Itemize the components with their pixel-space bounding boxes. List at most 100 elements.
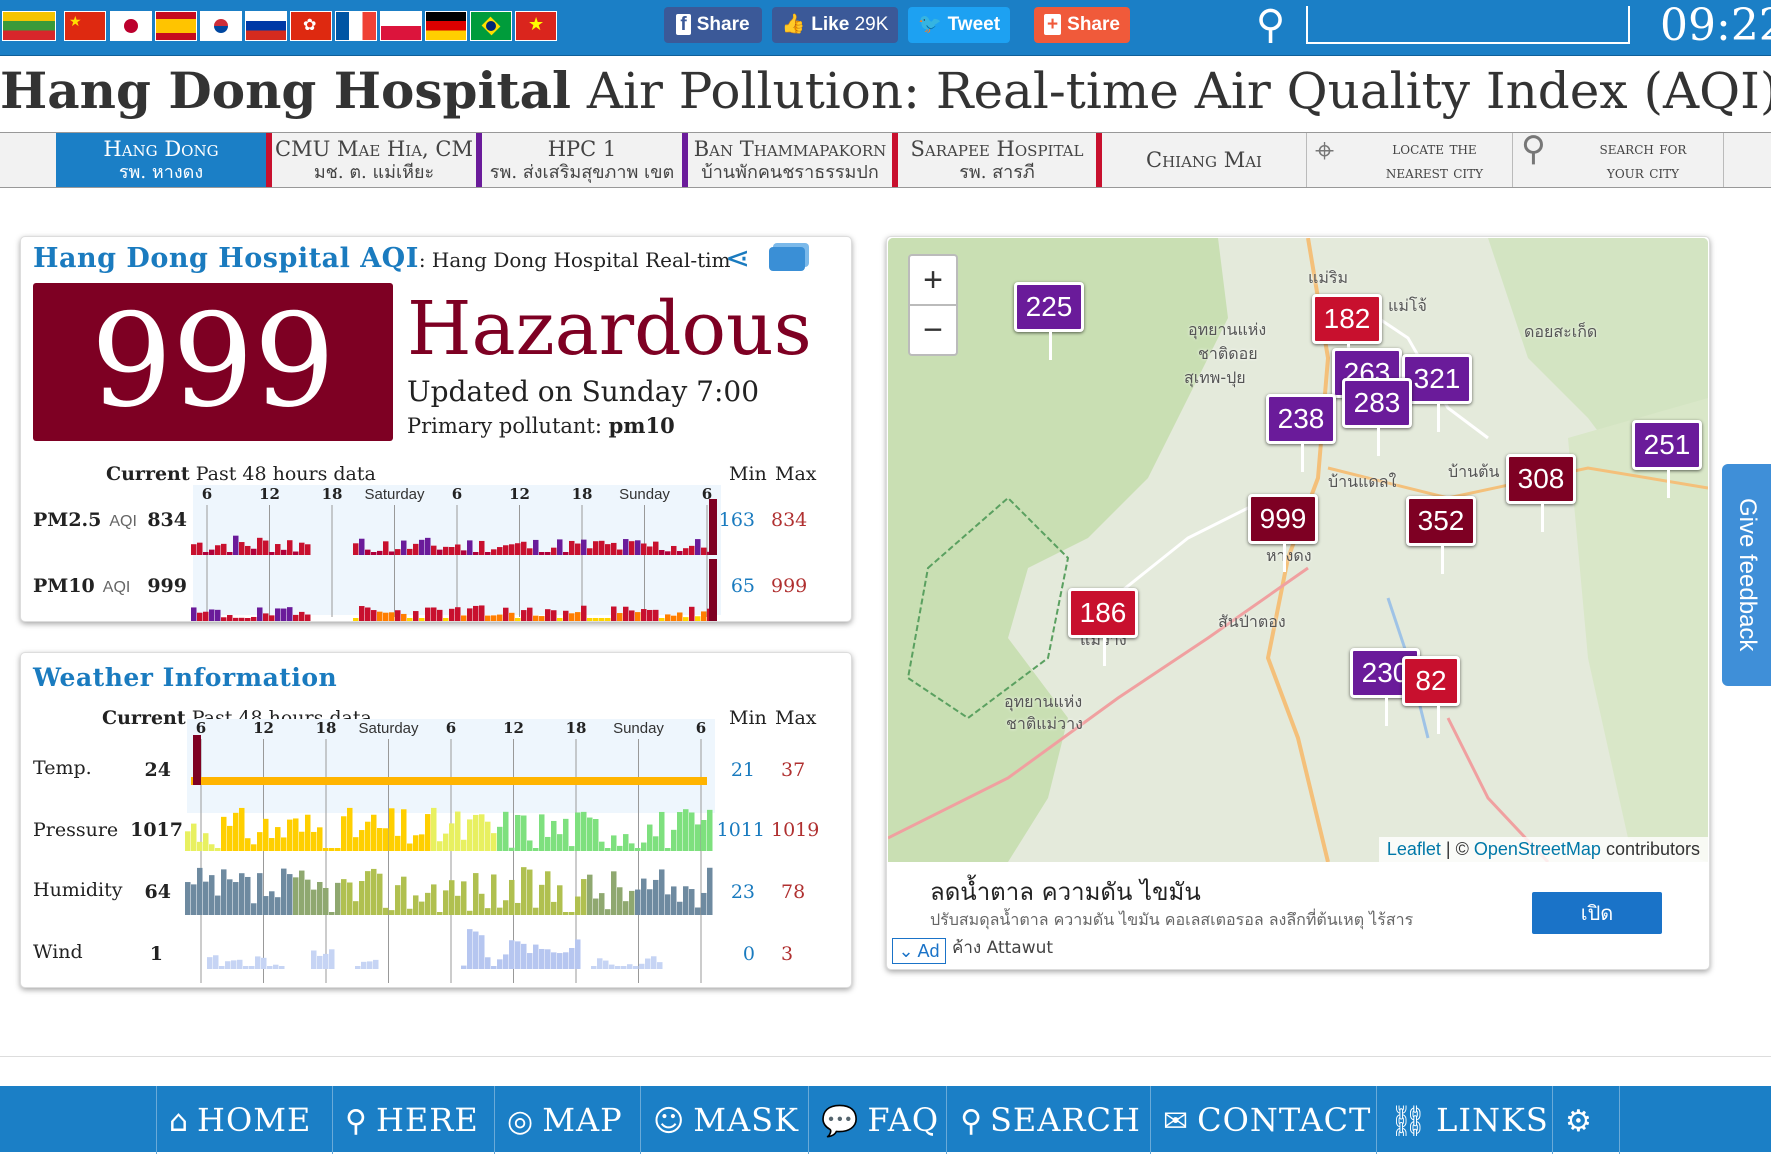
give-feedback-button[interactable]: Give feedback	[1722, 464, 1771, 686]
chart-bar	[665, 894, 671, 915]
tab-sarapee-hospital[interactable]: Sarapee Hospital รพ. สารภี	[892, 133, 1102, 187]
flag-myanmar-icon[interactable]	[2, 11, 56, 41]
zoom-in-button[interactable]: +	[908, 254, 958, 306]
search-icon[interactable]: ⚲	[1256, 2, 1285, 48]
zoom-out-button[interactable]: −	[908, 304, 958, 356]
chart-bar	[665, 614, 671, 621]
tab-chiang-mai[interactable]: Chiang Mai	[1102, 133, 1306, 187]
facebook-share-button[interactable]: f Share	[664, 7, 762, 43]
chart-bar	[209, 875, 215, 915]
chart-bar	[311, 950, 317, 969]
faq-bubble-icon: 💬	[821, 1104, 860, 1139]
flag-germany-icon[interactable]	[425, 11, 467, 41]
nav-links[interactable]: ⛓ LINKS	[1376, 1086, 1552, 1154]
map-marker[interactable]: 238	[1266, 394, 1336, 472]
flag-spain-icon[interactable]	[155, 11, 197, 41]
tweet-button[interactable]: 🐦 Tweet	[908, 7, 1010, 43]
chart-bar	[209, 844, 215, 851]
chart-bar	[273, 964, 279, 969]
nav-home[interactable]: ⌂ HOME	[156, 1086, 332, 1154]
nav-map[interactable]: ◎ MAP	[494, 1086, 640, 1154]
tab-hpc-1[interactable]: HPC 1 รพ. ส่งเสริมสุขภาพ เขต	[476, 133, 682, 187]
map-marker[interactable]: 352	[1406, 496, 1476, 574]
chart-bar	[367, 961, 373, 969]
search-city-button[interactable]: ⚲ search for your city	[1512, 133, 1724, 187]
chart-bar	[599, 893, 605, 915]
map-marker[interactable]: 308	[1506, 454, 1576, 532]
flag-hongkong-icon[interactable]: ✿	[290, 11, 332, 41]
chart-bar	[497, 959, 503, 969]
station-map[interactable]: + − อุทยานแห่ง ชาติดอย สุเทพ-ปุย ดอยสะเก็ดบ…	[888, 238, 1708, 862]
chart-bar	[299, 611, 305, 621]
chart-bar	[341, 879, 347, 915]
ad-open-button[interactable]: เปิด	[1532, 892, 1662, 934]
tab-ban-thammapakorn[interactable]: Ban Thammapakorn บ้านพักคนชราธรรมปก	[682, 133, 892, 187]
map-marker[interactable]: 186	[1068, 588, 1138, 666]
flag-russia-icon[interactable]	[245, 11, 287, 41]
map-marker[interactable]: 999	[1248, 494, 1318, 572]
chart-bar	[191, 544, 197, 555]
leaflet-link[interactable]: Leaflet	[1387, 839, 1441, 859]
chart-bar	[611, 542, 617, 555]
chart-bar	[635, 540, 641, 555]
chart-bar	[425, 814, 431, 851]
map-place-label: สุเทพ-ปุย	[1184, 368, 1246, 387]
chart-bar	[437, 841, 443, 851]
chart-bar	[539, 616, 545, 621]
chart-bar	[263, 613, 269, 621]
chart-bar	[335, 882, 341, 915]
chart-bar	[377, 611, 383, 621]
chart-bar	[683, 809, 689, 851]
flag-japan-icon[interactable]	[110, 11, 152, 41]
map-marker[interactable]: 251	[1632, 420, 1702, 498]
tab-hang-dong[interactable]: Hang Dong รพ. หางดง	[56, 133, 266, 187]
chart-bar	[527, 607, 533, 621]
ad-banner[interactable]: ลดน้ำตาล ความดัน ไขมัน ปรับสมดุลน้ำตาล ค…	[888, 862, 1708, 968]
ad-badge[interactable]: ⌄ Ad	[892, 938, 946, 964]
nav-faq[interactable]: 💬 FAQ	[808, 1086, 946, 1154]
facebook-like-button[interactable]: 👍 Like 29K	[772, 7, 898, 43]
map-marker[interactable]: 82	[1402, 656, 1460, 734]
chart-bar	[227, 879, 233, 915]
chart-bar	[629, 843, 635, 851]
flag-france-icon[interactable]	[335, 11, 377, 41]
flag-poland-icon[interactable]	[380, 11, 422, 41]
chart-bar	[647, 889, 653, 915]
chart-tick-label: 12	[259, 485, 280, 503]
chart-bar	[203, 611, 209, 621]
map-marker[interactable]: 182	[1312, 294, 1382, 372]
chart-bar	[419, 834, 425, 851]
flag-korea-icon[interactable]	[200, 11, 242, 41]
chart-bar	[261, 957, 267, 969]
flag-brazil-icon[interactable]	[470, 11, 512, 41]
settings-button[interactable]: ⚙	[1552, 1086, 1620, 1154]
nav-search[interactable]: ⚲ SEARCH	[946, 1086, 1150, 1154]
chart-bar	[263, 896, 269, 915]
map-marker[interactable]: 225	[1014, 282, 1084, 360]
plus-share-button[interactable]: + Share	[1034, 7, 1130, 43]
chart-bar	[597, 958, 603, 969]
nav-contact[interactable]: ✉ CONTACT	[1150, 1086, 1376, 1154]
nav-here[interactable]: ⚲ HERE	[332, 1086, 494, 1154]
chart-bar	[215, 545, 221, 555]
map-marker[interactable]: 321	[1402, 354, 1472, 432]
search-icon: ⚲	[959, 1104, 982, 1139]
tab-cmu-mae-hia[interactable]: CMU Mae Hia, CM มช. ต. แม่เหียะ	[266, 133, 476, 187]
chart-bar	[533, 539, 539, 555]
chart-bar	[425, 892, 431, 915]
locate-nearest-city-button[interactable]: ⌖ locate the nearest city	[1306, 133, 1512, 187]
osm-link[interactable]: OpenStreetMap	[1474, 839, 1601, 859]
chart-bar	[581, 811, 587, 851]
chart-bar	[509, 612, 515, 621]
flag-china-icon[interactable]: ★	[64, 11, 106, 41]
chart-bar	[245, 838, 251, 851]
chart-bar	[545, 871, 551, 915]
chart-bar	[491, 833, 497, 851]
mask-icon: ☺	[653, 1104, 686, 1139]
chart-bar	[401, 613, 407, 621]
nav-mask[interactable]: ☺ MASK	[640, 1086, 808, 1154]
map-marker[interactable]: 283	[1342, 378, 1412, 456]
chart-bar	[191, 607, 197, 621]
flag-vietnam-icon[interactable]: ★	[515, 11, 557, 41]
search-input[interactable]	[1306, 6, 1630, 44]
